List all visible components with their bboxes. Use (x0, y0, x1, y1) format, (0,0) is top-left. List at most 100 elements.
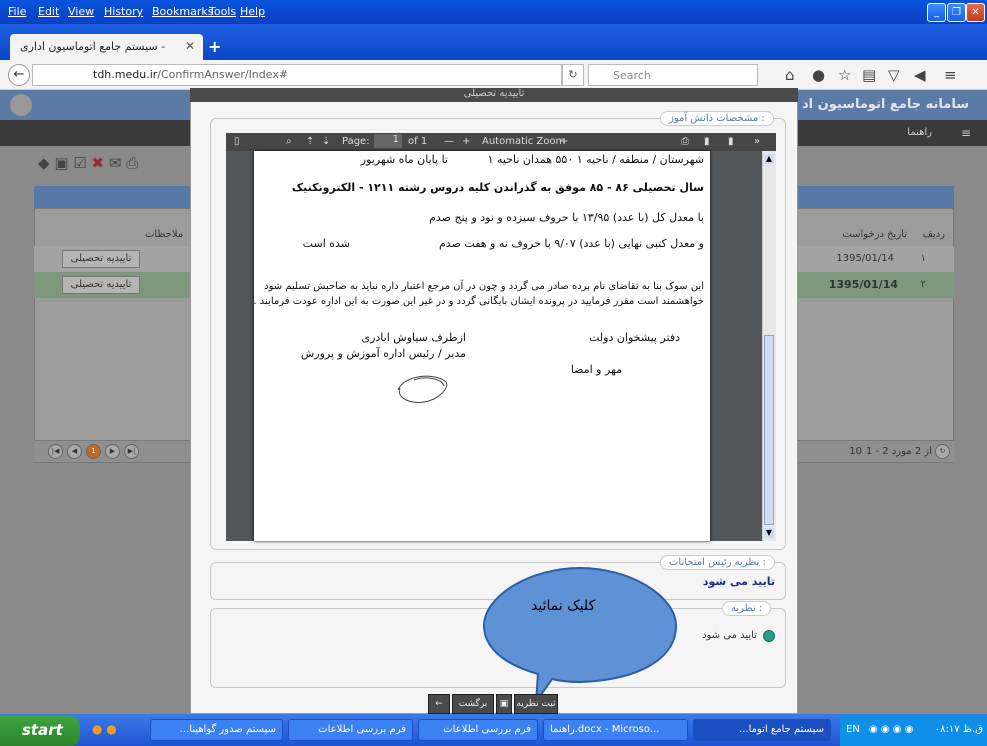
zoom-out-icon[interactable]: — (444, 136, 454, 147)
page-number-input[interactable]: 1 (374, 134, 402, 148)
doc-line: سال تحصیلی ۸۶ - ۸۵ موفق به گذراندن کلیه … (291, 181, 704, 194)
menu-tools[interactable]: Tools (209, 5, 236, 18)
doc-line: مدیر / رئیس اداره آموزش و پرورش (300, 347, 466, 360)
menu-bar: File Edit View History Bookmarks Tools H… (0, 0, 987, 24)
save-icon[interactable]: ▣ (496, 694, 512, 714)
row-confirm-button[interactable]: تاییدیه تحصیلی (62, 250, 140, 268)
language-indicator[interactable]: EN (846, 724, 860, 735)
minimize-icon[interactable]: _ (927, 3, 946, 22)
prev-page-icon[interactable]: ⇡ (306, 136, 314, 147)
pager-info: 1 - 2 از 2 مورد (865, 446, 932, 457)
menu-bookmarks[interactable]: Bookmarks (152, 5, 213, 18)
bookmarks-list-icon[interactable]: ▤ (862, 66, 876, 84)
search-placeholder: Search (613, 69, 651, 82)
chat-icon[interactable]: ● (812, 66, 825, 84)
taskbar-item[interactable]: فرم بررسی اطلاعات (288, 719, 413, 741)
taskbar-item[interactable]: سیستم جامع اتوما... (693, 719, 831, 741)
bookmark-icon[interactable]: ▮ (728, 136, 734, 147)
next-page-icon[interactable]: ⇣ (322, 136, 330, 147)
guide-link[interactable]: راهنما (907, 127, 932, 138)
start-label: start (22, 721, 63, 739)
url-bar[interactable]: tdh.medu.ir/ConfirmAnswer/Index# (32, 64, 562, 86)
browser-tab[interactable]: سیستم جامع اتوماسیون اداری - ✕ (10, 34, 203, 60)
row-number: ۲ (920, 279, 926, 290)
search-input[interactable]: Search (588, 64, 758, 86)
zoom-select[interactable]: Automatic Zoom (482, 136, 565, 147)
pocket-icon[interactable]: ▽ (888, 66, 900, 84)
taskbar-item[interactable]: سیستم صدور گواهینا... (150, 719, 283, 741)
submit-opinion-button[interactable]: ثبت نظریه (514, 694, 558, 714)
opinion-legend: نظریه : (722, 601, 772, 616)
tool-icon[interactable]: ◆ (38, 154, 50, 172)
first-page-icon[interactable]: |◀ (48, 444, 63, 459)
menu-help[interactable]: Help (240, 5, 265, 18)
page-size[interactable]: 10 (849, 446, 862, 457)
menu-history[interactable]: History (104, 5, 143, 18)
menu-view[interactable]: View (68, 5, 94, 18)
delete-icon[interactable]: ✖ (92, 154, 105, 172)
back-arrow-icon[interactable]: ← (428, 694, 450, 714)
taskbar-item[interactable]: راهنما.docx - Microso... (543, 719, 688, 741)
back-icon[interactable]: ← (8, 64, 30, 86)
check-icon[interactable]: ☑ (73, 154, 86, 172)
signature-image (397, 375, 448, 403)
window-close-icon[interactable]: ✕ (966, 3, 985, 22)
doc-line: این سوک بنا به تقاضای نام برده صادر می گ… (264, 281, 704, 292)
menu-file[interactable]: File (8, 5, 26, 18)
pdf-scroll-thumb[interactable] (764, 335, 774, 525)
row-date: 1395/01/14 (828, 278, 898, 291)
doc-line: دفتر پیشخوان دولت (588, 331, 680, 344)
refresh-icon[interactable]: ↻ (935, 444, 950, 459)
menu-edit[interactable]: Edit (38, 5, 59, 18)
tools-more-icon[interactable]: » (754, 136, 760, 147)
print-icon[interactable]: ⎙ (681, 136, 689, 147)
sidebar-toggle-icon[interactable]: ▯ (234, 136, 240, 147)
modal-title: تاییدیه تحصیلی (190, 88, 798, 102)
hamburger-menu-icon[interactable]: ≡ (944, 66, 957, 84)
tray-icons[interactable]: ◉ ◉ ◉ ◉ (869, 724, 913, 735)
last-page-icon[interactable]: ▶| (124, 444, 139, 459)
tab-close-icon[interactable]: ✕ (185, 39, 195, 53)
current-page[interactable]: 1 (86, 444, 101, 459)
row-confirm-button[interactable]: تاییدیه تحصیلی (62, 276, 140, 294)
send-icon[interactable]: ◀ (914, 66, 926, 84)
taskbar-item[interactable]: فرم بررسی اطلاعات (418, 719, 538, 741)
reload-icon[interactable]: ↻ (562, 64, 584, 86)
send-mail-icon[interactable]: ✉ (109, 154, 122, 172)
zoom-dropdown-icon[interactable]: ÷ (560, 136, 568, 147)
url-path: /ConfirmAnswer/Index# (157, 68, 289, 81)
doc-line: شهرستان / منطقه / ناحیه ۱ ۵۵۰ همدان ناحی… (487, 153, 704, 166)
pdf-page: شهرستان / منطقه / ناحیه ۱ ۵۵۰ همدان ناحی… (253, 151, 710, 541)
restore-icon[interactable]: ❐ (947, 3, 966, 22)
quicklaunch-icons[interactable]: ● ● (92, 722, 117, 736)
edit-icon[interactable]: ▣ (54, 154, 68, 172)
prev-page-icon[interactable]: ◀ (67, 444, 82, 459)
col-notes: ملاحظات (145, 229, 184, 240)
doc-line: تا پایان ماه شهریور (360, 153, 448, 166)
next-page-icon[interactable]: ▶ (105, 444, 120, 459)
doc-line: مهر و امضا (570, 363, 622, 376)
menu-icon[interactable]: ≡ (961, 126, 971, 140)
home-icon[interactable]: ⌂ (785, 66, 795, 84)
approve-radio[interactable] (763, 630, 775, 642)
start-button[interactable]: start (0, 716, 80, 746)
scroll-down-icon[interactable]: ▼ (764, 528, 774, 538)
pdf-toolbar: ▯ ⌕ ⇡ ⇣ Page: 1 of 1 — + Automatic Zoom … (226, 133, 776, 151)
bookmark-star-icon[interactable]: ☆ (838, 66, 851, 84)
head-opinion-value: تایید می شود (702, 575, 775, 588)
col-row: ردیف (922, 229, 945, 240)
row-number: ۱ (920, 253, 926, 264)
download-icon[interactable]: ▮ (704, 136, 710, 147)
toolbar-icons: ◆ ▣ ☑ ✖ ✉ ⎙ (38, 154, 138, 172)
find-icon[interactable]: ⌕ (286, 136, 292, 147)
click-hint-text: کلیک نمائید (531, 598, 596, 614)
new-tab-icon[interactable]: + (208, 37, 221, 56)
system-tray: EN ◉ ◉ ◉ ◉ ق.ظ ۰۸:۱۷ (840, 716, 987, 746)
page-label: Page: (342, 136, 370, 147)
doc-line: ازطرف سیاوش ابادری (361, 331, 466, 344)
print-icon[interactable]: ⎙ (126, 154, 138, 172)
clock: ق.ظ ۰۸:۱۷ (934, 724, 983, 735)
zoom-in-icon[interactable]: + (462, 136, 470, 147)
back-button[interactable]: برگشت (452, 694, 494, 714)
scroll-up-icon[interactable]: ▲ (764, 154, 774, 164)
